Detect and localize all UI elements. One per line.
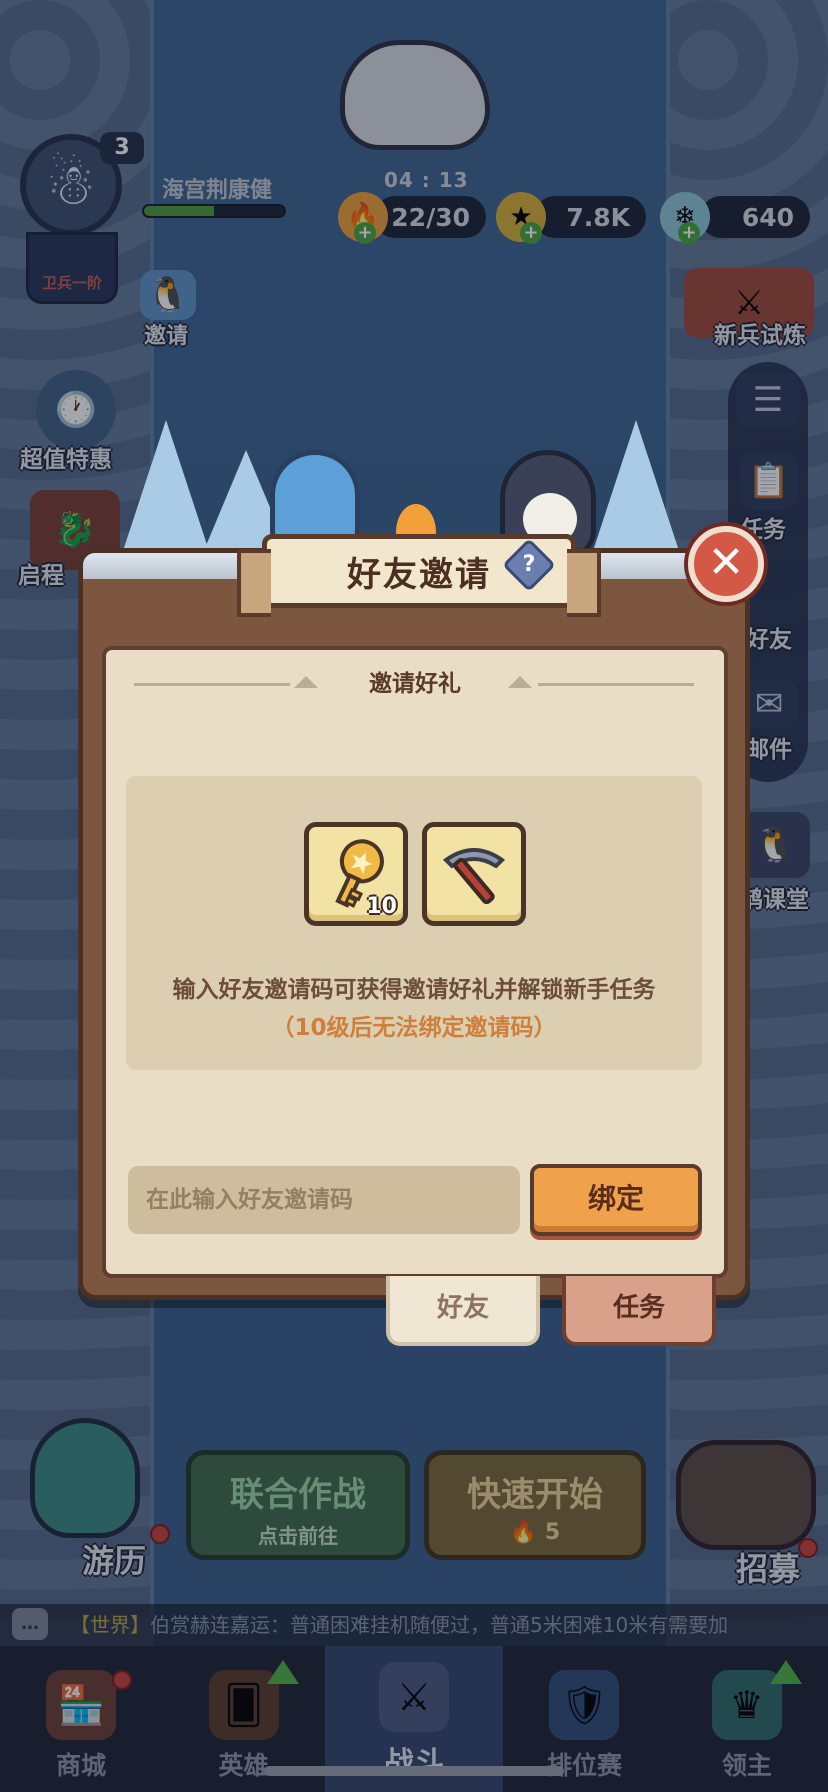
pickaxe-icon bbox=[427, 827, 521, 921]
invite-code-input[interactable] bbox=[128, 1166, 520, 1234]
snowy-tree-icon bbox=[590, 420, 682, 560]
rewards-heading: 邀请好礼 bbox=[369, 671, 461, 697]
reward-item-key[interactable]: 10 bbox=[304, 822, 408, 926]
reward-key-count: 10 bbox=[366, 894, 397, 919]
bind-button[interactable]: 绑定 bbox=[530, 1164, 702, 1236]
reward-item-pickaxe[interactable] bbox=[422, 822, 526, 926]
tab-tasks[interactable]: 任务 bbox=[562, 1276, 716, 1346]
question-mark-icon: ? bbox=[522, 552, 536, 577]
snowy-tree-icon bbox=[120, 420, 212, 560]
modal-title: 好友邀请 bbox=[347, 554, 491, 595]
invite-level-notice: （10级后无法绑定邀请码） bbox=[271, 1015, 557, 1041]
close-button[interactable]: ✕ bbox=[688, 526, 764, 602]
invite-description: 输入好友邀请码可获得邀请好礼并解锁新手任务 bbox=[172, 977, 656, 1003]
tab-friends[interactable]: 好友 bbox=[386, 1276, 540, 1346]
modal-campfire-scene bbox=[120, 380, 710, 560]
